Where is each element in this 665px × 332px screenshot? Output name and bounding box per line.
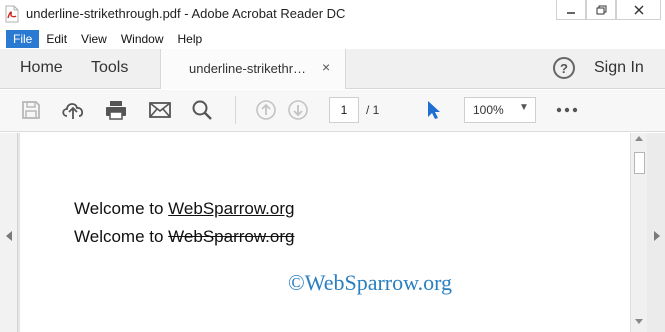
tab-tools[interactable]: Tools [91, 59, 128, 77]
maximize-icon [596, 5, 606, 14]
document-tab-label: underline-strikethr… [189, 61, 307, 76]
scroll-up-icon[interactable] [635, 136, 643, 141]
scroll-thumb[interactable] [634, 152, 645, 174]
select-cursor-icon [428, 101, 440, 119]
search-icon [192, 100, 212, 120]
more-tools-button[interactable] [555, 98, 579, 122]
zoom-select[interactable]: 100% ▼ [464, 97, 536, 123]
chevron-right-icon [654, 231, 660, 241]
page-down-icon [288, 100, 308, 120]
line2-prefix: Welcome to [74, 227, 169, 246]
line1-prefix: Welcome to [74, 199, 169, 218]
document-line-underline: Welcome to WebSparrow.org [74, 199, 294, 219]
close-icon [634, 5, 643, 14]
select-tool-button[interactable] [422, 98, 446, 122]
menu-edit[interactable]: Edit [39, 30, 74, 48]
strikethrough-text: WebSparrow.org [168, 227, 295, 246]
menu-help[interactable]: Help [171, 30, 210, 48]
window-title: underline-strikethrough.pdf - Adobe Acro… [26, 6, 346, 21]
menu-file[interactable]: File [6, 29, 40, 48]
toolbar: 1 / 1 100% ▼ [0, 90, 665, 132]
toolbar-separator [235, 96, 236, 124]
save-button[interactable] [19, 98, 43, 122]
page-up-icon [256, 100, 276, 120]
menu-window[interactable]: Window [114, 30, 171, 48]
watermark: ©WebSparrow.org [288, 270, 453, 295]
zoom-value: 100% [473, 103, 504, 117]
page-current: 1 [340, 103, 348, 117]
scroll-down-icon[interactable] [635, 319, 643, 324]
pdf-page: Welcome to WebSparrow.org Welcome to Web… [20, 133, 630, 332]
save-icon [22, 101, 40, 119]
search-button[interactable] [190, 98, 214, 122]
print-icon [106, 101, 126, 120]
next-page-button[interactable] [286, 98, 310, 122]
close-window-button[interactable] [616, 0, 661, 20]
email-icon [149, 102, 171, 118]
minimize-icon [567, 11, 575, 14]
left-panel-toggle[interactable] [0, 133, 18, 332]
sign-in-button[interactable]: Sign In [594, 59, 644, 77]
document-line-strikethrough: Welcome to WebSparrow.org [74, 227, 294, 247]
pdf-file-icon [4, 5, 20, 23]
upload-button[interactable] [61, 98, 85, 122]
email-button[interactable] [148, 98, 172, 122]
close-tab-icon[interactable]: × [322, 59, 330, 75]
minimize-button[interactable] [556, 0, 586, 20]
right-panel-toggle[interactable] [647, 133, 665, 332]
tab-bar: Home Tools underline-strikethr… × ? Sign… [0, 49, 665, 89]
title-bar: underline-strikethrough.pdf - Adobe Acro… [0, 0, 665, 28]
vertical-scrollbar[interactable] [630, 133, 647, 332]
help-button[interactable]: ? [553, 57, 575, 79]
document-viewport: Welcome to WebSparrow.org Welcome to Web… [0, 133, 665, 332]
menu-view[interactable]: View [74, 30, 114, 48]
previous-page-button[interactable] [254, 98, 278, 122]
page-total: / 1 [366, 103, 380, 117]
maximize-button[interactable] [586, 0, 616, 20]
more-icon [556, 107, 578, 113]
chevron-down-icon: ▼ [519, 102, 529, 113]
chevron-left-icon [6, 231, 12, 241]
help-icon: ? [560, 60, 568, 76]
menu-bar: File Edit View Window Help [0, 28, 665, 49]
print-button[interactable] [104, 98, 128, 122]
tab-document[interactable]: underline-strikethr… × [160, 49, 346, 89]
underlined-text: WebSparrow.org [168, 199, 295, 218]
tab-home[interactable]: Home [20, 59, 63, 77]
upload-icon [62, 103, 84, 119]
page-number-input[interactable]: 1 [329, 97, 359, 123]
